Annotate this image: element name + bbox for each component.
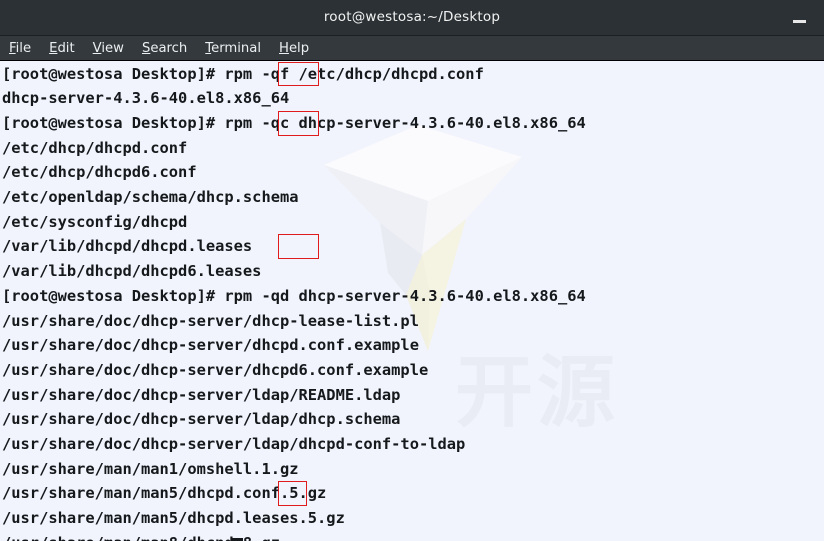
terminal-line: /usr/share/doc/dhcp-server/ldap/README.l… [2, 385, 401, 404]
menu-item-view[interactable]: View [84, 36, 133, 61]
highlight-box-opt-qd [278, 234, 319, 259]
terminal-line: [root@westosa Desktop]# rpm -qf /etc/dhc… [2, 64, 484, 83]
menu-item-terminal[interactable]: Terminal [196, 36, 270, 61]
terminal-line: [root@westosa Desktop]# rpm -qc dhcp-ser… [2, 113, 586, 132]
menu-label: elp [288, 41, 310, 56]
menu-item-help[interactable]: Help [270, 36, 318, 61]
terminal-line: /usr/share/doc/dhcp-server/ldap/dhcpd-co… [2, 435, 466, 453]
terminal-output-area[interactable]: 开源 [root@westosa Desktop]# rpm -qf /etc/… [0, 61, 824, 541]
terminal-line: /etc/dhcp/dhcpd.conf [2, 138, 188, 157]
terminal-line: /var/lib/dhcpd/dhcpd6.leases [2, 262, 262, 281]
minimize-button[interactable] [786, 0, 812, 36]
menu-item-file[interactable]: File [0, 36, 40, 61]
menu-item-search[interactable]: Search [133, 36, 196, 61]
terminal-line: /usr/share/man/man5/dhcpd.leases.5.gz [2, 509, 345, 528]
terminal-line: /usr/share/man/man1/omshell.1.gz [2, 459, 299, 478]
terminal-line: /var/lib/dhcpd/dhcpd.leases [2, 237, 253, 256]
terminal-line: dhcp-server-4.3.6-40.el8.x86_64 [2, 89, 290, 108]
terminal-line: /etc/sysconfig/dhcpd [2, 212, 188, 231]
terminal-line: /usr/share/man/man5/dhcpd.conf.5.gz [2, 484, 327, 503]
menu-label: erminal [211, 41, 262, 56]
terminal-line: /etc/dhcp/dhcpd6.conf [2, 163, 197, 182]
terminal-line: /usr/share/doc/dhcp-server/dhcpd6.conf.e… [2, 360, 429, 379]
terminal-line: [root@westosa Desktop]# rpm -qd dhcp-ser… [2, 286, 586, 305]
menu-mnemonic: H [279, 41, 289, 56]
terminal-window: root@westosa:~/Desktop File Edit View Searc… [0, 0, 824, 541]
terminal-line: /usr/share/doc/dhcp-server/dhcpd.conf.ex… [2, 336, 419, 355]
menu-label: ile [15, 41, 32, 56]
terminal-line: /usr/share/doc/dhcp-server/ldap/dhcp.sch… [2, 410, 401, 429]
watermark-text-label: 开源 [455, 348, 620, 438]
menu-mnemonic: F [9, 41, 16, 56]
menu-bar: File Edit View Search Terminal Help [0, 36, 824, 61]
menu-label: dit [57, 41, 75, 56]
menu-label: iew [101, 41, 124, 56]
watermark-text: 开源 [455, 346, 735, 441]
terminal-line: /usr/share/doc/dhcp-server/dhcp-lease-li… [2, 311, 419, 330]
menu-label: earch [150, 41, 188, 56]
terminal-line: /etc/openldap/schema/dhcp.schema [2, 188, 299, 206]
window-title: root@westosa:~/Desktop [323, 9, 501, 25]
title-bar: root@westosa:~/Desktop [0, 0, 824, 36]
menu-item-edit[interactable]: Edit [40, 36, 84, 61]
minimize-icon [792, 19, 806, 23]
